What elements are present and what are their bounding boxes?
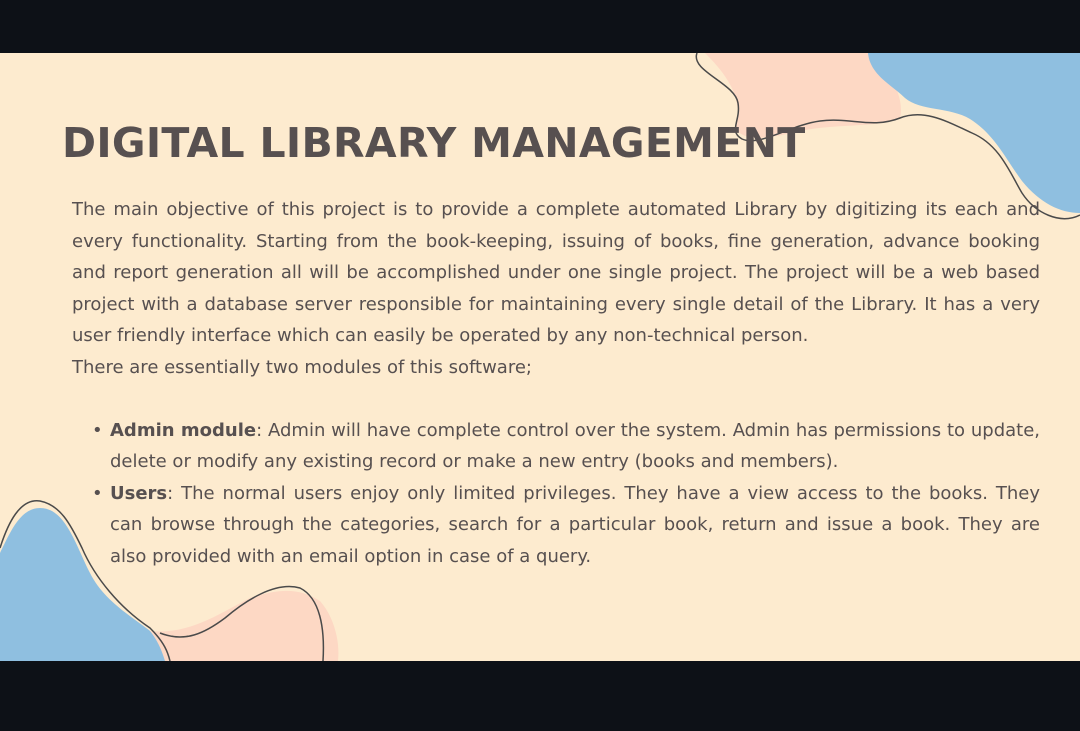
bullet-icon: •	[92, 482, 103, 504]
peach-blob-bottom-left	[150, 590, 339, 661]
modules-list: • Admin module: Admin will have complete …	[72, 415, 1040, 573]
bullet-icon: •	[92, 419, 103, 441]
intro-paragraph: The main objective of this project is to…	[72, 199, 1040, 346]
viewer-frame: DIGITAL LIBRARY MANAGEMENT The main obje…	[0, 0, 1080, 731]
list-item-admin-module: • Admin module: Admin will have complete …	[92, 415, 1040, 478]
module-term: Users	[110, 482, 168, 504]
modules-intro: There are essentially two modules of thi…	[72, 356, 532, 378]
slide-title: DIGITAL LIBRARY MANAGEMENT	[62, 119, 806, 167]
module-description: : The normal users enjoy only limited pr…	[110, 482, 1040, 567]
list-item-users: • Users: The normal users enjoy only limi…	[92, 478, 1040, 573]
slide: DIGITAL LIBRARY MANAGEMENT The main obje…	[0, 53, 1080, 661]
blue-blob-top-right	[868, 53, 1080, 213]
module-term: Admin module	[110, 419, 257, 441]
slide-body: The main objective of this project is to…	[72, 194, 1040, 572]
